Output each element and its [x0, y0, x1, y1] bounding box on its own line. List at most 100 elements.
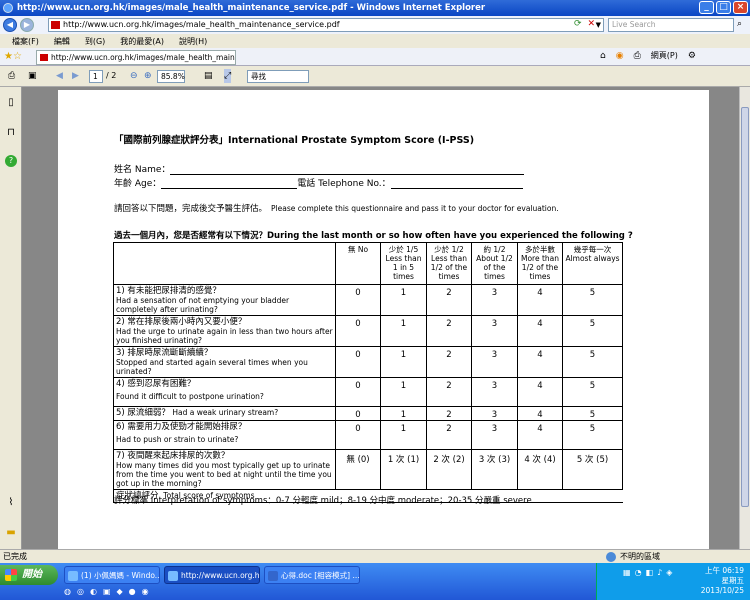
name-field: 姓名 Name：	[114, 162, 525, 175]
quick-launch: ◍ ◎ ◐ ▣ ◆ ● ◉	[64, 587, 149, 596]
prev-page-icon[interactable]: ◀	[56, 69, 63, 83]
task-window-1[interactable]: (1) 小佩媽媽 - Windo...	[64, 566, 160, 584]
save-icon[interactable]: ▣	[28, 69, 37, 83]
find-input[interactable]: 尋找	[247, 70, 309, 83]
zoom-out-icon[interactable]: ⊖	[130, 69, 138, 83]
quicklaunch-icon[interactable]: ●	[129, 587, 136, 596]
window-titlebar: http://www.ucn.org.hk/images/male_health…	[0, 0, 750, 16]
print-icon[interactable]: ⎙	[634, 51, 641, 61]
table-row: 3) 排尿時尿流斷斷續續？ Stopped and started again s…	[113, 346, 623, 378]
age-phone-field: 年齡 Age： 電話 Telephone No.：	[114, 176, 523, 189]
vertical-scrollbar[interactable]	[739, 87, 750, 549]
phone-label: 電話 Telephone No.：	[297, 179, 391, 189]
scrollbar-thumb[interactable]	[741, 107, 749, 507]
system-tray: ▦ ◔ ◧ ♪ ◈ 上午 06:19 星期五 2013/10/25	[596, 563, 750, 600]
clock-weekday: 星期五	[721, 576, 745, 585]
table-header-row: 無 No 少於 1/5 Less than 1 in 5 times 少於 1/2…	[113, 242, 623, 285]
document-title: 「國際前列腺症狀評分表」International Prostate Sympt…	[114, 135, 475, 146]
table-row: 2) 常在排尿後兩小時內又要小便？ Had the urge to urinate…	[113, 315, 623, 347]
close-button[interactable]: ×	[733, 1, 748, 14]
quicklaunch-icon[interactable]: ▣	[103, 587, 111, 596]
comment-icon[interactable]: ▬	[5, 527, 17, 539]
address-input[interactable]: http://www.ucn.org.hk/images/male_health…	[48, 18, 604, 32]
age-label: 年齡 Age：	[114, 179, 162, 189]
page-menu-button[interactable]: 網頁(P)	[651, 50, 678, 61]
menu-bar: 檔案(F) 編輯 到(G) 我的最愛(A) 說明(H)	[0, 34, 750, 48]
ie-icon	[3, 3, 13, 13]
maximize-button[interactable]: □	[716, 1, 731, 14]
start-button[interactable]: 開始	[0, 565, 58, 585]
start-label: 開始	[22, 569, 42, 580]
zone-text: 不明的區域	[620, 552, 660, 561]
refresh-icon[interactable]: ⟳	[574, 19, 582, 29]
tools-icon[interactable]: ⚙	[688, 51, 696, 61]
col-header: 多於半數 More than 1/2 of the times	[517, 242, 563, 285]
tray-icon[interactable]: ◧	[646, 568, 654, 577]
col-header: 少於 1/2 Less than 1/2 of the times	[426, 242, 472, 285]
word-icon	[268, 571, 278, 581]
home-icon[interactable]: ⌂	[600, 51, 606, 61]
clock-time: 上午 06:19	[705, 566, 744, 575]
page-number-input[interactable]: 1	[89, 70, 103, 83]
pdf-icon	[51, 21, 60, 29]
next-page-icon[interactable]: ▶	[72, 69, 79, 83]
tab-bar: ★☆ http://www.ucn.org.hk/images/male_hea…	[0, 48, 750, 66]
table-row: 1) 有未能把尿排清的感覺？ Had a sensation of not emp…	[113, 284, 623, 316]
status-text: 已完成	[3, 552, 27, 561]
col-header: 幾乎每一次 Almost always	[562, 242, 623, 285]
task-window-2[interactable]: http://www.ucn.org.hk...	[164, 566, 260, 584]
pdf-side-panel: ▯ ⊓ ? ⌇ ▬	[0, 87, 22, 549]
menu-file[interactable]: 檔案(F)	[12, 36, 39, 47]
clock[interactable]: 上午 06:19 星期五 2013/10/25	[701, 566, 744, 596]
table-row: 6) 需要用力及使勁才能開始排尿？ Had to push or strain t…	[113, 420, 623, 450]
search-icon[interactable]: ⌕	[737, 19, 742, 29]
chevron-down-icon[interactable]: ▼	[596, 19, 601, 31]
tray-icon[interactable]: ◔	[635, 568, 642, 577]
quicklaunch-icon[interactable]: ◐	[90, 587, 97, 596]
instruction-en: Please complete this questionnaire and p…	[271, 204, 559, 213]
fit-width-icon[interactable]: ⤢	[224, 69, 232, 83]
menu-favorites[interactable]: 我的最愛(A)	[120, 36, 164, 47]
volume-icon[interactable]: ♪	[657, 568, 662, 577]
pages-icon[interactable]: ▯	[5, 97, 17, 109]
stop-icon[interactable]: ✕	[588, 19, 596, 29]
menu-goto[interactable]: 到(G)	[85, 36, 105, 47]
table-row: 7) 夜間醒來起床排尿的次數？ How many times did you mo…	[113, 449, 623, 490]
fit-page-icon[interactable]: ▤	[204, 69, 213, 83]
quicklaunch-icon[interactable]: ◍	[64, 587, 71, 596]
back-button[interactable]: ◀	[3, 18, 17, 32]
instruction-zh: 請回答以下問題，完成後交予醫生評估。	[114, 204, 268, 214]
quicklaunch-icon[interactable]: ◆	[117, 587, 123, 596]
window-title: http://www.ucn.org.hk/images/male_health…	[17, 3, 486, 13]
page-total: / 2	[106, 71, 117, 80]
ie-icon	[168, 571, 178, 581]
question-header: 過去一個月內，您是否經常有以下情況？During the last month …	[114, 231, 633, 241]
menu-edit[interactable]: 編輯	[54, 36, 70, 47]
tab-label: http://www.ucn.org.hk/images/male_health…	[51, 53, 235, 62]
windows-logo-icon	[5, 569, 17, 581]
tray-icon[interactable]: ▦	[623, 568, 631, 577]
header-blank	[113, 242, 336, 285]
attachments-icon[interactable]: ⊓	[5, 127, 17, 139]
task-window-3[interactable]: 心得.doc [相容模式] ...	[264, 566, 360, 584]
feed-icon[interactable]: ◉	[616, 51, 624, 61]
zoom-in-icon[interactable]: ⊕	[144, 69, 152, 83]
printer-icon[interactable]: ⎙	[8, 69, 15, 83]
quicklaunch-icon[interactable]: ◉	[142, 587, 149, 596]
table-row: 4) 感到忍尿有困難？ Found it difficult to postpon…	[113, 377, 623, 407]
menu-help[interactable]: 說明(H)	[179, 36, 207, 47]
interpretation: 評分標準 Interpretation of symptoms：0-7 分輕度 …	[114, 496, 532, 506]
address-url: http://www.ucn.org.hk/images/male_health…	[63, 20, 340, 29]
forward-button[interactable]: ▶	[20, 18, 34, 32]
help-icon[interactable]: ?	[5, 155, 17, 167]
paperclip-icon[interactable]: ⌇	[5, 497, 17, 509]
col-header: 無 No	[335, 242, 381, 285]
zoom-input[interactable]: 85.8%	[157, 70, 185, 83]
tab-pdf[interactable]: http://www.ucn.org.hk/images/male_health…	[36, 50, 236, 65]
favorites-star-icon[interactable]: ★☆	[4, 51, 22, 62]
tray-icon[interactable]: ◈	[666, 568, 672, 577]
search-input[interactable]: Live Search	[608, 18, 734, 32]
quicklaunch-icon[interactable]: ◎	[77, 587, 84, 596]
minimize-button[interactable]: _	[699, 1, 714, 14]
instructions: 請回答以下問題，完成後交予醫生評估。 Please complete this q…	[114, 202, 559, 214]
